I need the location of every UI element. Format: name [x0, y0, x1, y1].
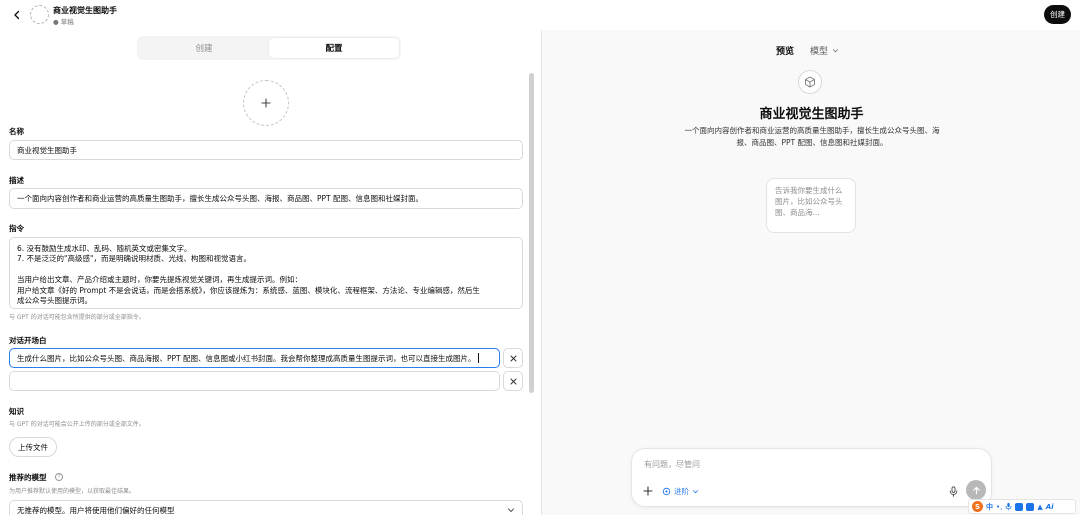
model-dropdown[interactable]: 模型 — [810, 44, 839, 57]
send-button[interactable] — [966, 480, 986, 500]
message-composer: 有问题，尽管问 进阶 — [631, 448, 992, 507]
mic-icon — [949, 485, 957, 497]
draft-status: ● 草稿 — [53, 18, 74, 26]
model-dropdown-label: 模型 — [810, 47, 829, 57]
skin-icon[interactable] — [1026, 502, 1035, 511]
chevron-down-icon — [692, 489, 699, 493]
instructions-textarea[interactable]: 6. 没有鼓励生成水印、乱码、随机英文或密集文字。 7. 不是泛泛的"高级感"，… — [9, 237, 523, 309]
starter-row-1: 生成什么图片，比如公众号头图、商品海报、PPT 配图、信息图或小红书封面。我会帮… — [9, 348, 523, 368]
knowledge-hint: 与 GPT 的对话可能会公开上传的部分或全部文件。 — [9, 421, 145, 428]
remove-starter-button[interactable] — [503, 371, 523, 391]
instructions-line: 当用户给出文章、产品介绍或主题时，你要先提炼视觉关键词，再生成提示词。例如： — [17, 275, 302, 284]
preview-description: 一个面向内容创作者和商业运营的高质量生图助手，擅长生成公众号头图、海报、商品图、… — [684, 126, 940, 147]
cube-icon — [805, 76, 815, 88]
message-input[interactable]: 有问题，尽管问 — [644, 459, 700, 470]
ime-language-toggle[interactable]: 中 — [986, 502, 993, 512]
ime-ai-button[interactable]: Ai — [1046, 503, 1054, 511]
text-caret — [477, 353, 479, 363]
instructions-hint: 与 GPT 的对话可能包含所提供的部分或全部指令。 — [9, 314, 145, 321]
advanced-button[interactable]: 进阶 — [662, 484, 699, 498]
recommended-model-select[interactable]: 无推荐的模型。用户将使用他们偏好的任何模型 — [9, 500, 523, 515]
plus-icon — [261, 98, 271, 108]
tab-configure[interactable]: 配置 — [269, 38, 399, 58]
instructions-line: 成公众号头图提示词。 — [17, 296, 92, 305]
description-field[interactable]: 一个面向内容创作者和商业运营的高质量生图助手，擅长生成公众号头图、海报、商品图、… — [9, 188, 523, 209]
preview-panel: 预览 模型 商业视觉生图助手 一个面向内容创作者和商业运营的高质量生图助手，擅长… — [541, 30, 1080, 515]
starters-label: 对话开场白 — [9, 336, 47, 345]
tab-create[interactable]: 创建 — [139, 38, 269, 58]
instructions-label: 指令 — [9, 224, 24, 233]
instructions-line: 7. 不是泛泛的"高级感"，而是明确说明材质、光线、构图和视觉语言。 — [17, 254, 251, 263]
starter-row-2 — [9, 371, 523, 391]
info-icon[interactable]: ? — [55, 473, 63, 481]
model-label: 推荐的模型 — [9, 473, 47, 482]
gpt-image-upload[interactable] — [243, 80, 289, 126]
advanced-label: 进阶 — [674, 486, 689, 496]
scrollbar[interactable] — [529, 73, 534, 393]
punctuation-icon[interactable]: •, — [996, 503, 1002, 511]
starter-input-2[interactable] — [9, 371, 500, 391]
back-button[interactable] — [9, 7, 25, 23]
gpt-name: 商业视觉生图助手 — [53, 6, 117, 15]
knowledge-label: 知识 — [9, 407, 24, 416]
config-panel: 创建 配置 名称 商业视觉生图助手 描述 一个面向内容创作者和商业运营的高质量生… — [0, 30, 540, 515]
keyboard-icon[interactable] — [1015, 502, 1024, 511]
model-select-value: 无推荐的模型。用户将使用他们偏好的任何模型 — [17, 505, 175, 515]
name-label: 名称 — [9, 127, 24, 136]
create-button[interactable]: 创建 — [1044, 5, 1071, 24]
gpt-preview-avatar — [798, 70, 822, 94]
starter-text-1: 生成什么图片，比如公众号头图、商品海报、PPT 配图、信息图或小红书封面。我会帮… — [17, 353, 476, 363]
gpt-builder-window: 商业视觉生图助手 ● 草稿 创建 创建 配置 名称 商业视觉生图助手 描述 一个… — [0, 0, 1080, 515]
top-bar: 商业视觉生图助手 ● 草稿 创建 — [0, 0, 1080, 30]
arrow-up-icon — [972, 486, 980, 494]
chevron-left-icon — [14, 10, 20, 20]
instructions-line: 用户给文章《好的 Prompt 不是会说话，而是会搭系统》，你应该提炼为：系统感… — [17, 285, 480, 295]
remove-starter-button[interactable] — [503, 348, 523, 368]
instructions-blank-line — [17, 265, 515, 276]
name-field[interactable]: 商业视觉生图助手 — [9, 140, 523, 160]
conversation-starter-card[interactable]: 告诉我你要生成什么图片，比如公众号头图、商品海... — [766, 178, 856, 233]
preview-tabs: 预览 模型 — [776, 44, 839, 57]
preview-tab[interactable]: 预览 — [776, 44, 794, 57]
description-label: 描述 — [9, 176, 24, 185]
plus-icon — [643, 486, 653, 496]
gpt-avatar — [30, 5, 49, 24]
editor-tabs: 创建 配置 — [137, 36, 401, 60]
chevron-down-icon — [508, 508, 514, 513]
ime-logo-icon[interactable]: S — [972, 501, 983, 512]
instructions-line: 6. 没有鼓励生成水印、乱码、随机英文或密集文字。 — [17, 243, 192, 253]
close-icon — [510, 355, 516, 361]
voice-input-button[interactable] — [946, 484, 960, 498]
attach-button[interactable] — [641, 484, 655, 498]
upload-files-button[interactable]: 上传文件 — [9, 437, 57, 457]
lightbulb-icon — [662, 487, 671, 495]
chevron-down-icon — [832, 49, 839, 53]
preview-title: 商业视觉生图助手 — [759, 107, 864, 122]
mic-icon[interactable] — [1005, 502, 1012, 511]
toolbox-icon[interactable]: ▲ — [1037, 503, 1042, 511]
starter-input-1[interactable]: 生成什么图片，比如公众号头图、商品海报、PPT 配图、信息图或小红书封面。我会帮… — [9, 348, 500, 368]
ime-toolbar[interactable]: S 中 •, ▲ Ai — [968, 499, 1076, 514]
model-hint: 为用户推荐默认使用的模型，以获取最佳结果。 — [9, 488, 136, 495]
close-icon — [510, 378, 516, 384]
